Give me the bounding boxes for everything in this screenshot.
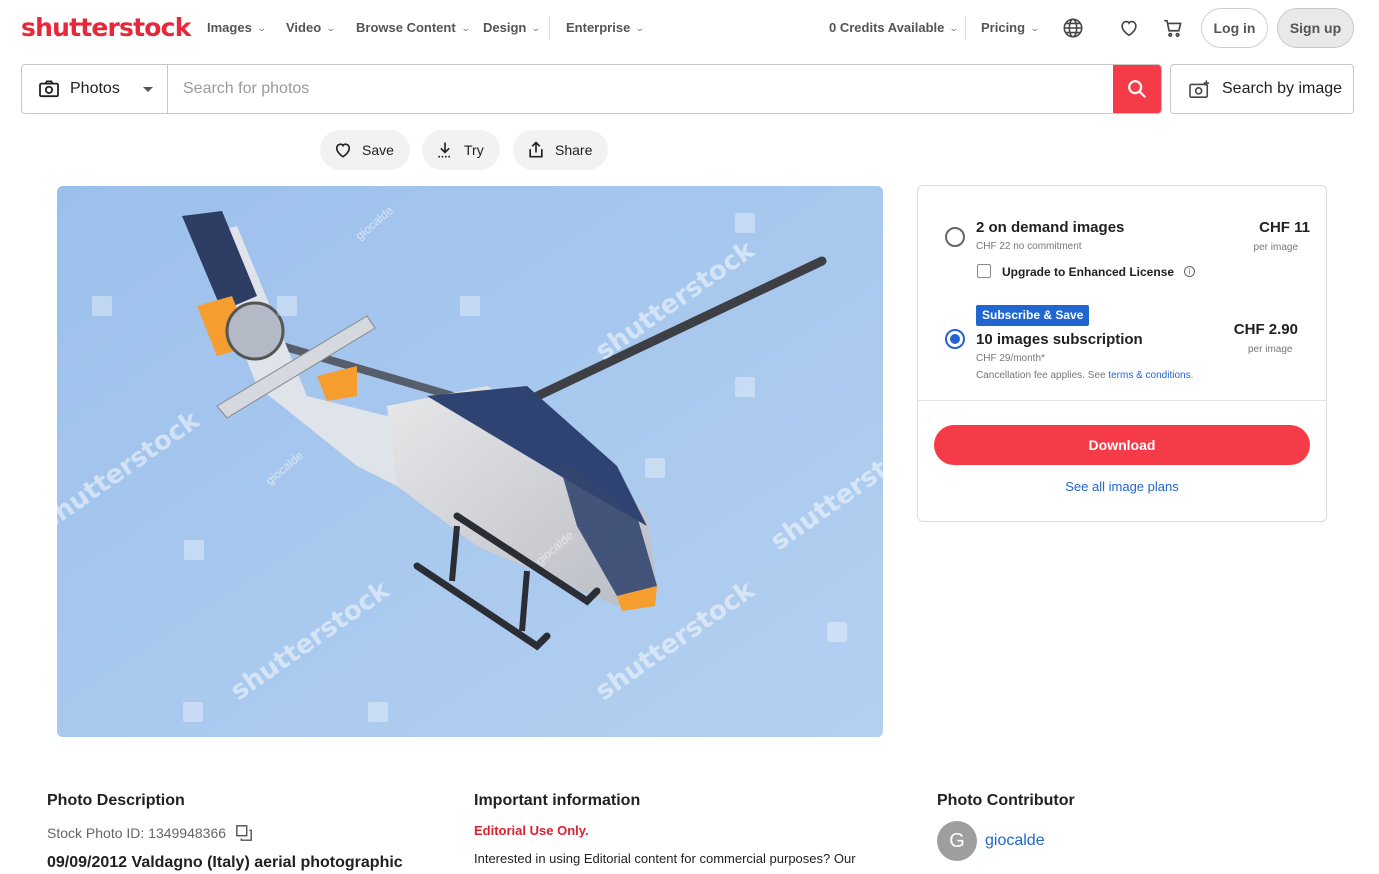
chevron-down-icon: ⌄ xyxy=(949,23,960,33)
try-button[interactable]: Try xyxy=(422,130,500,170)
search-by-image-button[interactable]: Search by image xyxy=(1170,64,1354,114)
nav-divider xyxy=(965,16,966,40)
share-label: Share xyxy=(555,142,593,158)
copy-icon[interactable] xyxy=(235,824,253,842)
photo-title: 09/09/2012 Valdagno (Italy) aerial photo… xyxy=(47,854,403,871)
nav-design[interactable]: Design ⌄ xyxy=(483,20,542,36)
stock-id: Stock Photo ID: 1349948366 xyxy=(47,824,227,841)
on-demand-radio[interactable] xyxy=(945,227,965,247)
on-demand-price: CHF 11 xyxy=(1259,219,1310,236)
nav-images-label: Images xyxy=(207,20,252,35)
chevron-down-icon: ⌄ xyxy=(531,23,542,33)
search-submit-button[interactable] xyxy=(1113,65,1161,113)
terms-link[interactable]: terms & conditions xyxy=(1108,370,1190,381)
watermark-logo-icon xyxy=(183,702,203,722)
pricing-label: Pricing xyxy=(981,20,1026,35)
save-label: Save xyxy=(362,142,394,158)
nav-browse-content[interactable]: Browse Content ⌄ xyxy=(356,20,471,36)
watermark-logo-icon xyxy=(277,296,297,316)
info-icon[interactable]: i xyxy=(1184,266,1195,277)
search-type-label: Photos xyxy=(70,80,120,97)
caret-down-icon xyxy=(143,87,153,92)
subscription-subtitle: CHF 29/month* xyxy=(976,353,1045,364)
nav-video[interactable]: Video ⌄ xyxy=(286,20,336,36)
shutterstock-logo[interactable]: shutterstock xyxy=(21,12,191,44)
cancellation-note-text: Cancellation fee applies. See xyxy=(976,370,1109,381)
nav-enterprise[interactable]: Enterprise ⌄ xyxy=(566,20,645,36)
nav-design-label: Design xyxy=(483,20,527,35)
nav-enterprise-label: Enterprise xyxy=(566,20,631,35)
search-icon xyxy=(1128,80,1147,99)
on-demand-title: 2 on demand images xyxy=(976,219,1125,236)
chevron-down-icon: ⌄ xyxy=(460,23,471,33)
enhanced-license-checkbox[interactable] xyxy=(977,264,991,278)
search-by-image-label: Search by image xyxy=(1222,80,1343,97)
download-button[interactable]: Download xyxy=(934,425,1310,465)
login-button[interactable]: Log in xyxy=(1201,8,1268,48)
globe-icon[interactable] xyxy=(1060,15,1086,41)
helicopter-photo xyxy=(57,186,883,737)
share-button[interactable]: Share xyxy=(513,130,609,170)
watermark-logo-icon xyxy=(460,296,480,316)
watermark-logo-icon xyxy=(735,377,755,397)
subscription-per-image: per image xyxy=(1248,344,1293,355)
photo-contributor-heading: Photo Contributor xyxy=(937,792,1075,809)
subscription-title: 10 images subscription xyxy=(976,331,1143,348)
credits-menu[interactable]: 0 Credits Available ⌄ xyxy=(829,20,960,36)
nav-video-label: Video xyxy=(286,20,322,35)
subscription-radio[interactable] xyxy=(945,329,965,349)
camera-icon xyxy=(39,80,59,98)
share-icon xyxy=(529,141,543,158)
search-type-dropdown[interactable]: Photos xyxy=(22,65,168,113)
watermark-logo-icon xyxy=(92,296,112,316)
chevron-down-icon: ⌄ xyxy=(256,23,267,33)
on-demand-subtitle: CHF 22 no commitment xyxy=(976,241,1082,252)
panel-divider xyxy=(918,400,1326,401)
watermark-logo-icon xyxy=(645,458,665,478)
watermark-logo-icon xyxy=(184,540,204,560)
on-demand-per-image: per image xyxy=(1253,242,1298,253)
nav-images[interactable]: Images ⌄ xyxy=(207,20,267,36)
photo-description-heading: Photo Description xyxy=(47,792,185,809)
nav-divider xyxy=(549,16,550,40)
chevron-down-icon: ⌄ xyxy=(1029,23,1040,33)
avatar[interactable]: G xyxy=(937,821,977,861)
try-label: Try xyxy=(464,142,484,158)
nav-browse-content-label: Browse Content xyxy=(356,20,456,35)
save-button[interactable]: Save xyxy=(320,130,410,170)
search-input[interactable] xyxy=(168,65,1113,113)
chevron-down-icon: ⌄ xyxy=(635,23,645,33)
top-navigation: shutterstock Images ⌄ Video ⌄ Browse Conte… xyxy=(0,0,1379,57)
important-info-text: Interested in using Editorial content fo… xyxy=(474,851,856,866)
signup-button[interactable]: Sign up xyxy=(1277,8,1354,48)
search-bar: Photos xyxy=(21,64,1162,114)
chevron-down-icon: ⌄ xyxy=(326,23,336,33)
stock-id-row: Stock Photo ID: 1349948366 xyxy=(47,824,253,842)
heart-icon xyxy=(335,143,351,158)
credits-label: 0 Credits Available xyxy=(829,20,945,35)
watermark-logo-icon xyxy=(368,702,388,722)
heart-icon[interactable] xyxy=(1116,15,1142,41)
pricing-panel: 2 on demand images CHF 22 no commitment … xyxy=(917,185,1327,522)
download-icon xyxy=(438,142,452,158)
main-photo[interactable]: shutterstock shutterstock shutterstock s… xyxy=(57,186,883,737)
cancellation-note: Cancellation fee applies. See terms & co… xyxy=(976,369,1193,382)
watermark-logo-icon xyxy=(827,622,847,642)
cancellation-note-suffix: . xyxy=(1190,370,1194,381)
subscribe-save-badge: Subscribe & Save xyxy=(976,305,1090,326)
watermark-logo-icon xyxy=(735,213,755,233)
image-search-icon xyxy=(1189,80,1210,98)
editorial-notice: Editorial Use Only. xyxy=(474,823,589,838)
enhanced-license-label: Upgrade to Enhanced License xyxy=(1002,265,1175,279)
cart-icon[interactable] xyxy=(1160,15,1186,41)
important-info-heading: Important information xyxy=(474,792,641,809)
see-all-plans-link[interactable]: See all image plans xyxy=(918,479,1326,494)
contributor-name-link[interactable]: giocalde xyxy=(985,831,1045,850)
pricing-menu[interactable]: Pricing ⌄ xyxy=(981,20,1040,36)
subscription-price: CHF 2.90 xyxy=(1233,321,1298,338)
